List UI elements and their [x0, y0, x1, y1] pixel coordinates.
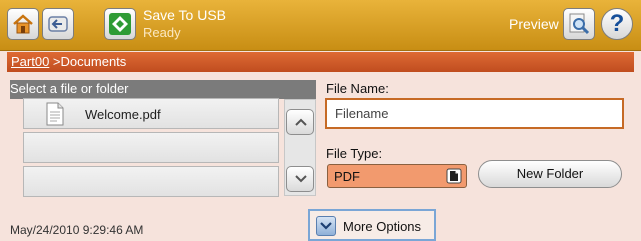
save-to-usb-screen: Save To USB Ready Preview ? Part00 >Docu…: [0, 0, 641, 241]
scroll-down-button[interactable]: [286, 166, 314, 192]
chevron-down-icon: [320, 222, 332, 230]
status-text: Ready: [143, 25, 181, 40]
breadcrumb-path: Part00 >Documents: [11, 54, 126, 69]
back-arrow-icon: [48, 16, 68, 32]
chevron-down-icon: [295, 175, 307, 183]
file-list-header: Select a file or folder: [10, 80, 316, 99]
timestamp: May/24/2010 9:29:46 AM: [10, 223, 144, 237]
new-folder-button[interactable]: New Folder: [478, 160, 622, 188]
more-options-button[interactable]: More Options: [308, 209, 436, 241]
breadcrumb-current: Documents: [60, 54, 127, 69]
file-name-text: Welcome.pdf: [85, 107, 161, 122]
help-button[interactable]: ?: [601, 8, 633, 40]
scroll-up-button[interactable]: [286, 109, 314, 135]
list-item[interactable]: [23, 166, 279, 197]
help-icon: ?: [609, 10, 625, 37]
breadcrumb-root-link[interactable]: Part00: [11, 54, 49, 69]
file-name-placeholder: Filename: [335, 106, 389, 121]
file-name-field[interactable]: Filename: [325, 98, 624, 129]
start-button[interactable]: [104, 8, 136, 40]
header-bar: Save To USB Ready Preview ?: [0, 0, 641, 51]
file-name-label: File Name:: [326, 81, 389, 96]
list-item[interactable]: [23, 132, 279, 163]
preview-label: Preview: [509, 16, 559, 32]
start-diamond-icon: [109, 13, 131, 35]
document-icon: [46, 102, 64, 126]
file-type-value: PDF: [334, 169, 360, 184]
list-item[interactable]: Welcome.pdf: [23, 98, 279, 129]
home-icon: [13, 14, 33, 34]
page-title: Save To USB: [143, 7, 227, 23]
chevron-up-icon: [295, 118, 307, 126]
file-list-header-label: Select a file or folder: [10, 81, 129, 96]
more-options-label: More Options: [343, 219, 422, 234]
file-type-label: File Type:: [326, 146, 383, 161]
preview-button[interactable]: [563, 8, 595, 40]
dropdown-page-icon: [446, 168, 462, 184]
magnifier-icon: [569, 13, 590, 35]
file-type-select[interactable]: PDF: [327, 164, 467, 188]
more-options-toggle: [316, 216, 336, 236]
back-button[interactable]: [42, 8, 74, 40]
breadcrumb: Part00 >Documents: [7, 52, 634, 72]
home-button[interactable]: [7, 8, 39, 40]
breadcrumb-separator: >: [49, 54, 61, 69]
